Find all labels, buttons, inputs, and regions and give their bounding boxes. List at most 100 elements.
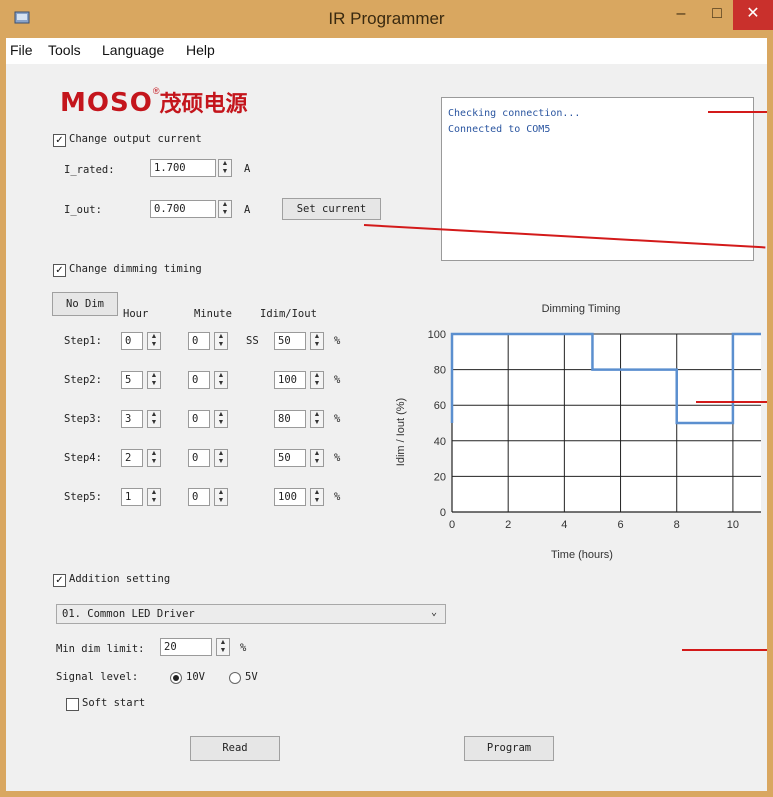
step-minute-field[interactable]: 0 bbox=[188, 371, 210, 389]
min-dim-limit-percent: % bbox=[240, 642, 247, 654]
window-title: IR Programmer bbox=[328, 9, 445, 28]
step-minute-spinner[interactable]: ▲ ▼ bbox=[214, 449, 228, 467]
step-hour-spinner[interactable]: ▲ ▼ bbox=[147, 371, 161, 389]
step-ratio-spinner[interactable]: ▲ ▼ bbox=[310, 371, 324, 389]
step-row: Step4: 2 ▲ ▼ 0 ▲ ▼ 50 ▲ ▼ % bbox=[6, 449, 386, 469]
i-rated-spinner[interactable]: ▲ ▼ bbox=[218, 159, 232, 177]
chart-x-tick-label: 2 bbox=[505, 519, 511, 531]
step-hour-spinner[interactable]: ▲ ▼ bbox=[147, 332, 161, 350]
read-button[interactable]: Read bbox=[190, 736, 280, 761]
chart-y-tick-label: 20 bbox=[434, 471, 446, 483]
soft-start-label: Soft start bbox=[82, 697, 146, 709]
addition-setting-checkbox[interactable]: ✓ bbox=[53, 574, 66, 587]
step-minute-field[interactable]: 0 bbox=[188, 488, 210, 506]
no-dim-button[interactable]: No Dim bbox=[52, 292, 118, 316]
i-out-field[interactable]: 0.700 bbox=[150, 200, 216, 218]
step-ratio-field[interactable]: 50 bbox=[274, 332, 306, 350]
step-ratio-field[interactable]: 100 bbox=[274, 371, 306, 389]
step-ratio-spinner[interactable]: ▲ ▼ bbox=[310, 488, 324, 506]
step-ratio-spinner[interactable]: ▲ ▼ bbox=[310, 410, 324, 428]
step-label: Step4: bbox=[64, 452, 102, 464]
step-ratio-field[interactable]: 50 bbox=[274, 449, 306, 467]
step-minute-spinner[interactable]: ▲ ▼ bbox=[214, 410, 228, 428]
signal-5v-radio[interactable] bbox=[229, 672, 241, 684]
step-row: Step1: 0 ▲ ▼ 0 ▲ ▼ SS 50 ▲ ▼ % bbox=[6, 332, 386, 352]
logo-text-en: MOSO bbox=[60, 88, 153, 118]
change-dimming-timing-checkbox[interactable]: ✓ bbox=[53, 264, 66, 277]
chart-x-label: Time (hours) bbox=[551, 549, 613, 561]
column-header-minute: Minute bbox=[194, 308, 232, 320]
addition-setting-label: Addition setting bbox=[69, 573, 171, 585]
step-hour-field[interactable]: 3 bbox=[121, 410, 143, 428]
minimize-button[interactable]: – bbox=[663, 0, 699, 30]
menu-file[interactable]: File bbox=[10, 42, 33, 58]
title-bar[interactable]: IR Programmer – □ ✕ bbox=[0, 0, 773, 38]
chart-title: Dimming Timing bbox=[542, 303, 621, 315]
step-hour-spinner[interactable]: ▲ ▼ bbox=[147, 488, 161, 506]
signal-10v-radio[interactable] bbox=[170, 672, 182, 684]
step-percent: % bbox=[334, 491, 341, 503]
step-minute-spinner[interactable]: ▲ ▼ bbox=[214, 488, 228, 506]
step-label: Step2: bbox=[64, 374, 102, 386]
step-row: Step2: 5 ▲ ▼ 0 ▲ ▼ 100 ▲ ▼ % bbox=[6, 371, 386, 391]
step-minute-field[interactable]: 0 bbox=[188, 332, 210, 350]
step-label: Step5: bbox=[64, 491, 102, 503]
close-button[interactable]: ✕ bbox=[733, 0, 773, 30]
log-line: Checking connection... bbox=[448, 108, 581, 119]
step-minute-spinner[interactable]: ▲ ▼ bbox=[214, 371, 228, 389]
chart-x-tick-label: 6 bbox=[617, 519, 623, 531]
menu-help[interactable]: Help bbox=[186, 42, 215, 58]
chevron-down-icon: ⌄ bbox=[430, 607, 437, 618]
step-minute-field[interactable]: 0 bbox=[188, 449, 210, 467]
step-hour-field[interactable]: 0 bbox=[121, 332, 143, 350]
app-window: IR Programmer – □ ✕ File Tools Language … bbox=[0, 0, 773, 797]
client-area: File Tools Language Help MOSO®茂硕电源 ✓ Cha… bbox=[6, 38, 767, 791]
chart-x-tick-label: 10 bbox=[727, 519, 739, 531]
step-percent: % bbox=[334, 413, 341, 425]
step-hour-spinner[interactable]: ▲ ▼ bbox=[147, 449, 161, 467]
dimming-timing-chart: Dimming Timing Time (hours) Idim / Iout … bbox=[395, 303, 761, 561]
min-dim-limit-field[interactable]: 20 bbox=[160, 638, 212, 656]
change-output-current-checkbox[interactable]: ✓ bbox=[53, 134, 66, 147]
step-label: Step1: bbox=[64, 335, 102, 347]
step-hour-field[interactable]: 2 bbox=[121, 449, 143, 467]
step-hour-spinner[interactable]: ▲ ▼ bbox=[147, 410, 161, 428]
chart-x-tick-label: 0 bbox=[449, 519, 455, 531]
program-button[interactable]: Program bbox=[464, 736, 554, 761]
chart-plot-area: 0 20 40 60 80 100 0 2 4 6 8 10 bbox=[428, 329, 761, 531]
step-hour-field[interactable]: 5 bbox=[121, 371, 143, 389]
step-ratio-field[interactable]: 100 bbox=[274, 488, 306, 506]
i-out-unit: A bbox=[244, 204, 251, 216]
step-row: Step3: 3 ▲ ▼ 0 ▲ ▼ 80 ▲ ▼ % bbox=[6, 410, 386, 430]
i-out-spinner[interactable]: ▲ ▼ bbox=[218, 200, 232, 218]
signal-5v-label: 5V bbox=[245, 671, 258, 683]
chart-x-tick-label: 8 bbox=[674, 519, 680, 531]
step-ratio-spinner[interactable]: ▲ ▼ bbox=[310, 332, 324, 350]
change-output-current-label: Change output current bbox=[69, 133, 202, 145]
set-current-button[interactable]: Set current bbox=[282, 198, 381, 220]
step-row: Step5: 1 ▲ ▼ 0 ▲ ▼ 100 ▲ ▼ % bbox=[6, 488, 386, 508]
step-percent: % bbox=[334, 335, 341, 347]
min-dim-limit-spinner[interactable]: ▲ ▼ bbox=[216, 638, 230, 656]
driver-type-value: 01. Common LED Driver bbox=[62, 608, 195, 620]
i-rated-unit: A bbox=[244, 163, 251, 175]
column-header-ratio: Idim/Iout bbox=[260, 308, 317, 320]
chart-y-label: Idim / Iout (%) bbox=[395, 398, 407, 466]
step-ratio-spinner[interactable]: ▲ ▼ bbox=[310, 449, 324, 467]
step-hour-field[interactable]: 1 bbox=[121, 488, 143, 506]
chart-y-tick-label: 100 bbox=[428, 329, 446, 341]
i-rated-field[interactable]: 1.700 bbox=[150, 159, 216, 177]
driver-type-select[interactable]: 01. Common LED Driver ⌄ bbox=[56, 604, 446, 624]
menu-tools[interactable]: Tools bbox=[48, 42, 81, 58]
menu-language[interactable]: Language bbox=[102, 42, 164, 58]
step-ratio-field[interactable]: 80 bbox=[274, 410, 306, 428]
maximize-button[interactable]: □ bbox=[699, 0, 735, 30]
step-minute-field[interactable]: 0 bbox=[188, 410, 210, 428]
signal-level-label: Signal level: bbox=[56, 671, 139, 683]
change-dimming-timing-label: Change dimming timing bbox=[69, 263, 202, 275]
column-header-hour: Hour bbox=[123, 308, 149, 320]
step-minute-spinner[interactable]: ▲ ▼ bbox=[214, 332, 228, 350]
soft-start-checkbox[interactable] bbox=[66, 698, 79, 711]
logo-text-cn: 茂硕电源 bbox=[159, 92, 248, 117]
chart-y-tick-label: 80 bbox=[434, 365, 446, 377]
